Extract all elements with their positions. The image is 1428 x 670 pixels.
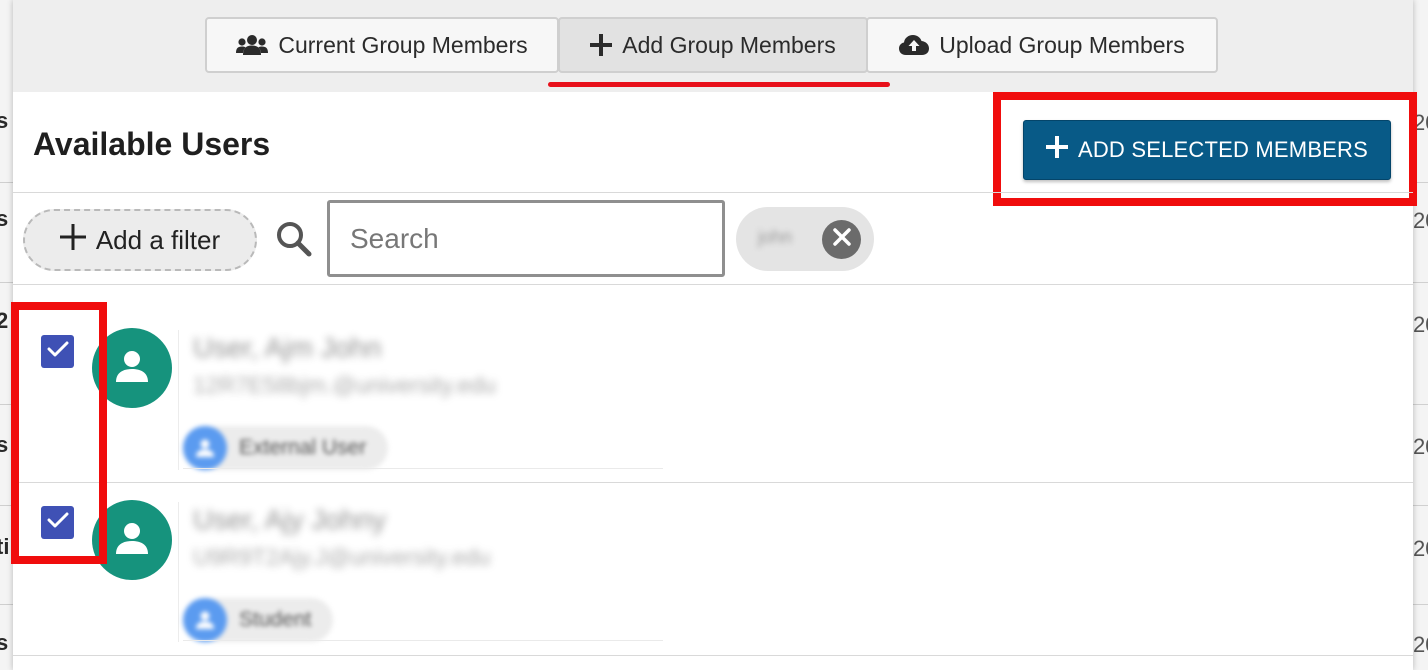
- row-divider: [183, 640, 663, 641]
- checkbox-highlight-box: [11, 302, 107, 564]
- close-icon: [832, 227, 852, 252]
- column-divider: [178, 330, 179, 470]
- tab-label: Current Group Members: [278, 31, 528, 58]
- active-tab-highlight-underline: [548, 82, 890, 87]
- list-divider: [13, 655, 1413, 656]
- background-divider: [0, 282, 14, 283]
- screen: s s 2 s ti s 20 20 20 20 20 20: [0, 0, 1428, 670]
- user-name: User, Ajy Johny: [193, 504, 386, 535]
- person-icon: [183, 598, 227, 642]
- search-input[interactable]: [327, 200, 725, 277]
- plus-icon: [590, 34, 613, 56]
- chip-label: john: [758, 227, 793, 247]
- background-text-fragment: 20: [1413, 208, 1428, 233]
- background-divider: [0, 182, 14, 183]
- header-divider: [13, 192, 1413, 193]
- background-text-fragment: 20: [1413, 434, 1428, 459]
- row-divider: [183, 468, 663, 469]
- tab-label: Add Group Members: [622, 31, 836, 58]
- user-email: 12R7E58bjm.@university.edu: [193, 372, 496, 398]
- user-email: U9R9T2Ajy.J@university.edu: [193, 544, 491, 570]
- cloud-upload-icon: [899, 34, 930, 56]
- column-divider: [178, 502, 179, 642]
- background-divider: [1413, 282, 1428, 283]
- tab-label: Upload Group Members: [939, 31, 1185, 58]
- page-title: Available Users: [33, 126, 271, 162]
- chip-remove-button[interactable]: [822, 220, 861, 259]
- tab-current-group-members[interactable]: Current Group Members: [205, 17, 559, 73]
- add-filter-button[interactable]: Add a filter: [23, 209, 257, 271]
- background-divider: [1413, 404, 1428, 405]
- list-item: User, Ajy Johny U9R9T2Ajy.J@university.e…: [13, 482, 1413, 654]
- background-text-fragment: 2: [0, 308, 9, 333]
- add-members-modal: Current Group Members Add Group Members: [11, 0, 1417, 670]
- person-icon: [114, 348, 150, 389]
- filter-divider: [13, 284, 1413, 285]
- background-divider: [1413, 604, 1428, 605]
- tab-add-group-members[interactable]: Add Group Members: [558, 17, 868, 73]
- person-icon: [183, 426, 227, 470]
- list-item: User, Ajm John 12R7E58bjm.@university.ed…: [13, 310, 1413, 482]
- tab-upload-group-members[interactable]: Upload Group Members: [866, 17, 1218, 73]
- user-role-label: Student: [239, 608, 312, 631]
- tab-bar: Current Group Members Add Group Members: [13, 0, 1413, 92]
- background-divider: [1413, 505, 1428, 506]
- background-divider: [0, 604, 14, 605]
- add-button-highlight-box: [993, 92, 1417, 206]
- search-term-chip: john: [736, 207, 874, 271]
- background-text-fragment: ti: [0, 534, 10, 559]
- users-icon: [236, 34, 269, 56]
- user-role-badge: Student: [183, 598, 334, 642]
- user-role-label: External User: [239, 436, 367, 459]
- add-filter-label: Add a filter: [95, 224, 221, 255]
- user-role-badge: External User: [183, 426, 389, 470]
- background-text-fragment: s: [0, 630, 9, 655]
- user-name: User, Ajm John: [193, 332, 382, 363]
- search-icon: [275, 220, 313, 258]
- background-text-fragment: s: [0, 432, 9, 457]
- background-text-fragment: s: [0, 206, 9, 231]
- background-text-fragment: 20: [1413, 312, 1428, 337]
- plus-icon: [59, 223, 86, 257]
- background-text-fragment: 20: [1413, 632, 1428, 657]
- person-icon: [114, 520, 150, 561]
- background-text-fragment: s: [0, 108, 9, 133]
- background-text-fragment: 20: [1413, 536, 1428, 561]
